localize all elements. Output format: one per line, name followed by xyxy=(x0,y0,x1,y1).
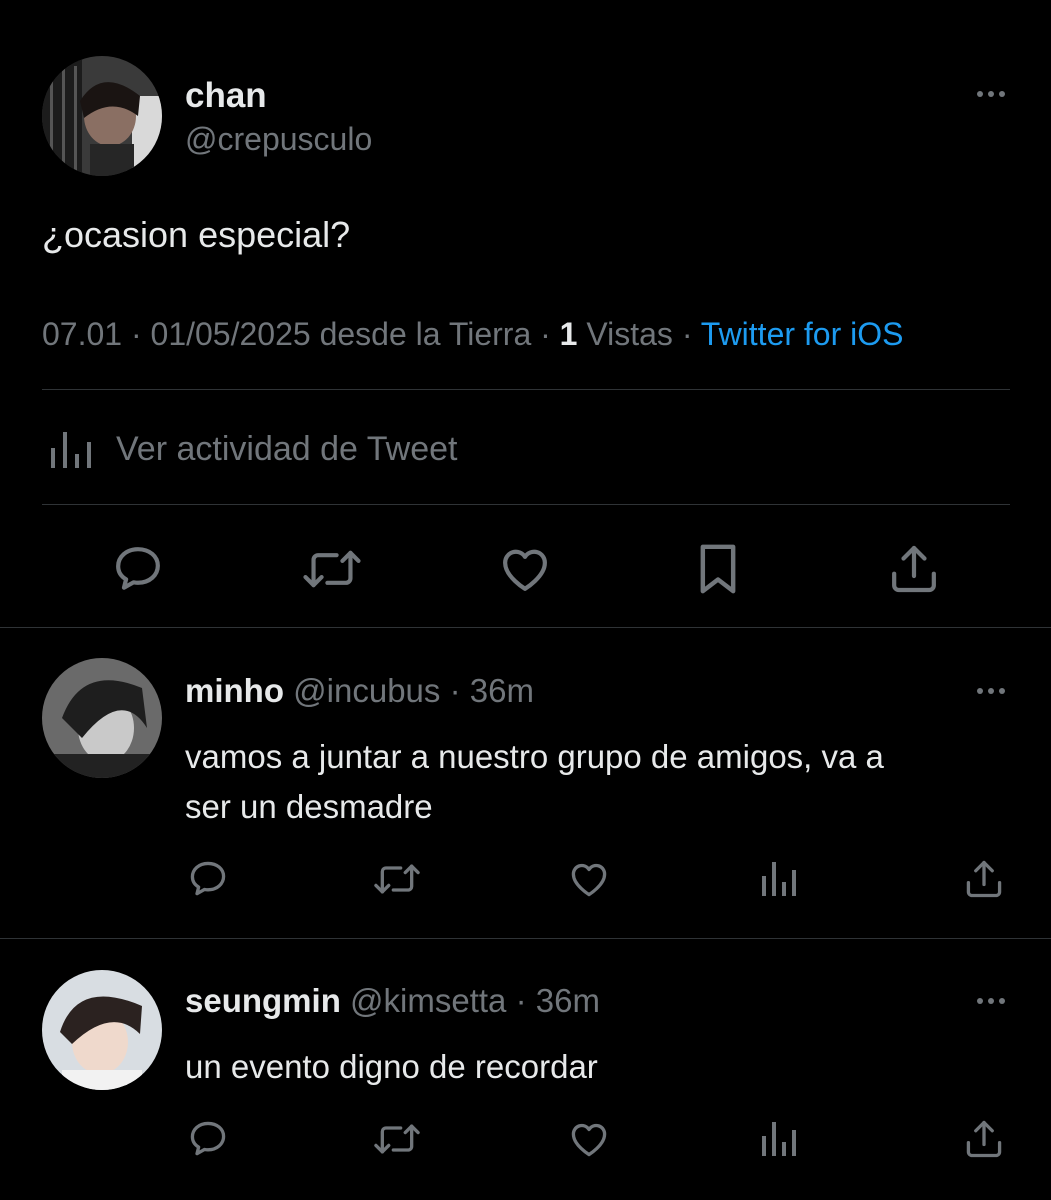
reply-time: · 36m xyxy=(449,672,534,709)
heart-icon[interactable] xyxy=(497,541,553,597)
avatar[interactable] xyxy=(42,658,162,778)
reply-icon[interactable] xyxy=(186,1117,230,1161)
bookmark-icon[interactable] xyxy=(690,541,746,597)
reply-header: minho @incubus · 36m xyxy=(185,672,534,710)
author-handle[interactable]: @crepusculo xyxy=(185,121,372,158)
reply-header: seungmin @kimsetta · 36m xyxy=(185,982,600,1020)
tweet-meta: 07.01 · 01/05/2025 desde la Tierra · 1 V… xyxy=(42,316,903,353)
author-handle[interactable]: @incubus xyxy=(293,672,440,709)
divider xyxy=(42,389,1010,390)
tweet-text: ¿ocasion especial? xyxy=(42,214,351,255)
retweet-icon[interactable] xyxy=(373,857,421,901)
reply-time: · 36m xyxy=(515,982,600,1019)
heart-icon[interactable] xyxy=(567,857,611,901)
retweet-icon[interactable] xyxy=(373,1117,421,1161)
views-label: Vistas · xyxy=(577,316,701,352)
divider xyxy=(42,504,1010,505)
more-icon[interactable] xyxy=(977,91,1005,97)
divider xyxy=(0,627,1051,628)
author-name[interactable]: seungmin xyxy=(185,982,341,1019)
avatar[interactable] xyxy=(42,56,162,176)
retweet-icon[interactable] xyxy=(302,541,362,597)
share-icon[interactable] xyxy=(962,857,1006,901)
share-icon[interactable] xyxy=(962,1117,1006,1161)
reply-text-line: ser un desmadre xyxy=(185,788,433,825)
divider xyxy=(0,938,1051,939)
tweet-activity-label: Ver actividad de Tweet xyxy=(116,429,458,468)
more-icon[interactable] xyxy=(977,688,1005,694)
reply-icon[interactable] xyxy=(186,857,230,901)
reply-icon[interactable] xyxy=(110,541,166,597)
views-icon xyxy=(48,426,94,472)
author-handle[interactable]: @kimsetta xyxy=(350,982,506,1019)
author-name[interactable]: chan xyxy=(185,76,267,116)
views-count: 1 xyxy=(559,316,578,352)
heart-icon[interactable] xyxy=(567,1117,611,1161)
author-name[interactable]: minho xyxy=(185,672,284,709)
share-icon[interactable] xyxy=(886,541,942,597)
more-icon[interactable] xyxy=(977,998,1005,1004)
views-icon[interactable] xyxy=(760,858,798,898)
reply-text-line: vamos a juntar a nuestro grupo de amigos… xyxy=(185,738,884,775)
tweet-timestamp[interactable]: 07.01 · 01/05/2025 desde la Tierra · xyxy=(42,316,560,352)
tweet-activity-link[interactable]: Ver actividad de Tweet xyxy=(48,426,457,472)
tweet-source[interactable]: Twitter for iOS xyxy=(701,316,904,352)
reply-text-line: un evento digno de recordar xyxy=(185,1048,598,1085)
avatar[interactable] xyxy=(42,970,162,1090)
views-icon[interactable] xyxy=(760,1118,798,1158)
